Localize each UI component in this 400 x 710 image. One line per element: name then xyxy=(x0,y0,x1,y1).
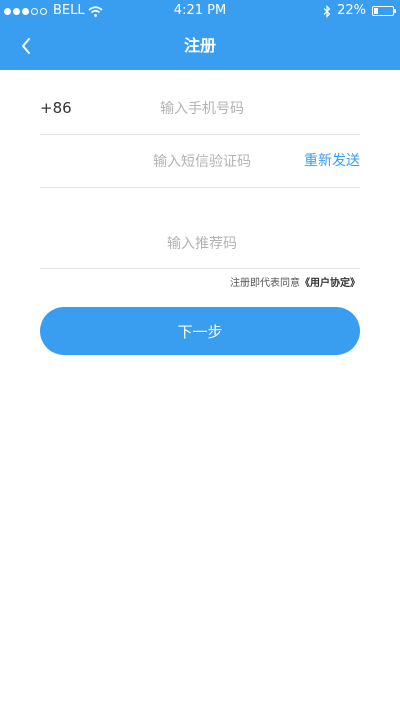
status-bar: BELL 4:21 PM 22% xyxy=(0,0,400,22)
battery-percentage: 22% xyxy=(337,3,366,18)
phone-input[interactable] xyxy=(100,93,304,125)
referral-code-input[interactable] xyxy=(100,228,304,260)
bluetooth-icon xyxy=(323,4,331,18)
nav-bar: 注册 xyxy=(0,22,400,70)
next-step-button[interactable]: 下一步 xyxy=(40,307,360,355)
battery-level xyxy=(374,8,378,14)
app-header: BELL 4:21 PM 22% 注册 xyxy=(0,0,400,70)
code-row: 重新发送 xyxy=(40,135,360,188)
sms-code-input[interactable] xyxy=(100,146,304,178)
battery-icon xyxy=(372,6,396,16)
agreement-prefix: 注册即代表同意 xyxy=(230,278,300,289)
country-code[interactable]: +86 xyxy=(40,82,72,134)
register-form: +86 重新发送 xyxy=(40,82,360,269)
status-right: 22% xyxy=(323,0,396,22)
user-agreement-link[interactable]: 《用户协定》 xyxy=(300,278,360,289)
agreement-text: 注册即代表同意《用户协定》 xyxy=(40,274,360,289)
referral-row xyxy=(40,188,360,269)
phone-row: +86 xyxy=(40,82,360,135)
resend-code-button[interactable]: 重新发送 xyxy=(304,135,360,187)
page-title: 注册 xyxy=(183,36,216,55)
